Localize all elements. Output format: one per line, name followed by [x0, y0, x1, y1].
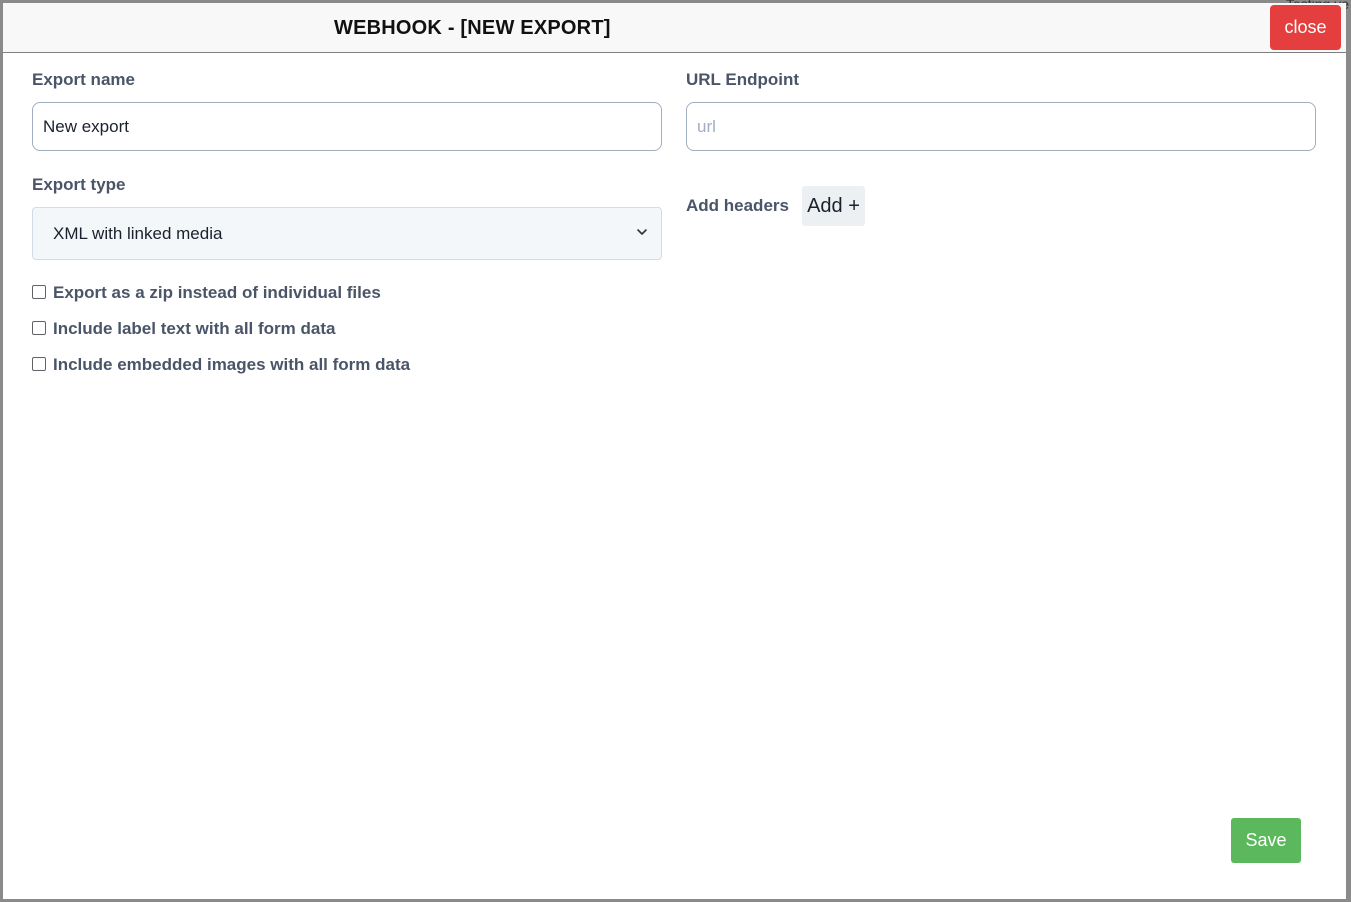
modal-header: WEBHOOK - [NEW EXPORT] close — [3, 3, 1346, 53]
webhook-export-modal: WEBHOOK - [NEW EXPORT] close Export name… — [3, 3, 1346, 899]
export-type-selected-value: XML with linked media — [53, 224, 223, 243]
include-label-text-label[interactable]: Include label text with all form data — [53, 319, 335, 339]
chevron-down-icon — [637, 229, 647, 235]
add-header-button[interactable]: Add + — [802, 186, 865, 226]
include-embedded-images-label[interactable]: Include embedded images with all form da… — [53, 355, 410, 375]
export-type-label: Export type — [32, 175, 126, 194]
export-type-select[interactable]: XML with linked media — [32, 207, 662, 260]
add-headers-label: Add headers — [686, 196, 789, 215]
include-label-text-checkbox[interactable] — [32, 321, 46, 335]
export-zip-label[interactable]: Export as a zip instead of individual fi… — [53, 283, 381, 303]
save-button[interactable]: Save — [1231, 818, 1301, 863]
export-name-input[interactable] — [32, 102, 662, 151]
url-endpoint-input[interactable] — [686, 102, 1316, 151]
url-endpoint-label: URL Endpoint — [686, 70, 799, 89]
modal-title: WEBHOOK - [NEW EXPORT] — [334, 17, 611, 39]
close-button[interactable]: close — [1270, 5, 1341, 50]
export-name-label: Export name — [32, 70, 135, 89]
include-embedded-images-checkbox[interactable] — [32, 357, 46, 371]
export-zip-checkbox[interactable] — [32, 285, 46, 299]
